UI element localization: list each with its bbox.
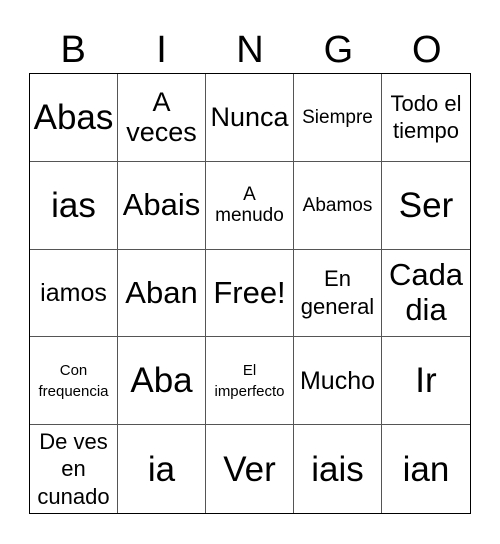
bingo-cell[interactable]: ian	[382, 425, 470, 513]
header-letter-g: G	[323, 29, 354, 71]
bingo-cell[interactable]: ia	[118, 425, 206, 513]
header-letter-b: B	[60, 29, 86, 71]
bingo-cell[interactable]: Cada dia	[382, 250, 470, 338]
bingo-header: B I N G O	[29, 28, 471, 73]
header-letter-o: O	[411, 29, 442, 71]
free-space[interactable]: Free!	[206, 249, 294, 338]
bingo-cell[interactable]: A veces	[118, 74, 206, 162]
bingo-cell[interactable]: El imperfecto	[206, 337, 294, 426]
bingo-cell[interactable]: Todo el tiempo	[382, 74, 470, 162]
bingo-cell[interactable]: Aban	[118, 249, 206, 338]
bingo-cell[interactable]: Abas	[30, 74, 118, 162]
bingo-cell[interactable]: Ser	[382, 162, 470, 250]
bingo-cell[interactable]: De ves en cunado	[30, 425, 118, 513]
bingo-cell[interactable]: Abamos	[294, 161, 382, 250]
bingo-cell[interactable]: Abais	[118, 161, 206, 250]
bingo-cell[interactable]: Nunca	[206, 74, 294, 162]
bingo-cell[interactable]: Ver	[206, 425, 294, 513]
bingo-cell[interactable]: Siempre	[294, 74, 382, 162]
bingo-cell[interactable]: Mucho	[294, 337, 382, 426]
bingo-cell[interactable]: Aba	[118, 337, 206, 426]
bingo-grid: Abas A veces Nunca Siempre Todo el tiemp…	[29, 73, 471, 514]
bingo-cell[interactable]: Ir	[382, 337, 470, 426]
header-letter-i: I	[156, 29, 167, 71]
bingo-cell[interactable]: iais	[294, 425, 382, 513]
bingo-cell[interactable]: A menudo	[206, 161, 294, 250]
bingo-cell[interactable]: ias	[30, 161, 118, 250]
bingo-cell[interactable]: Con frequencia	[30, 337, 118, 426]
bingo-cell[interactable]: En general	[294, 249, 382, 338]
bingo-cell[interactable]: iamos	[30, 249, 118, 338]
header-letter-n: N	[236, 29, 264, 71]
